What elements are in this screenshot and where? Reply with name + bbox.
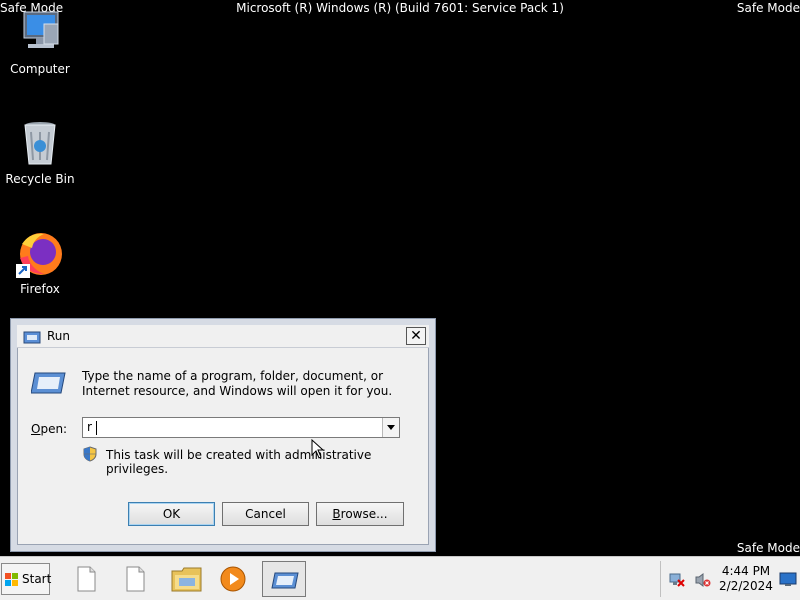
run-dialog-icon — [271, 572, 299, 589]
firefox-icon — [16, 230, 64, 278]
open-label: Open: — [31, 422, 67, 436]
ok-button[interactable]: OK — [128, 502, 215, 526]
chevron-down-icon[interactable] — [382, 418, 399, 437]
admin-note: This task will be created with administr… — [106, 448, 372, 476]
open-combobox[interactable]: r — [82, 417, 400, 438]
taskbar-item-file-explorer[interactable] — [163, 561, 207, 597]
taskbar-item-document-2[interactable] — [113, 561, 157, 597]
uac-shield-icon — [82, 446, 98, 462]
open-input-value[interactable]: r — [87, 420, 92, 434]
media-player-icon — [220, 566, 246, 592]
desktop-icon-computer[interactable]: Computer — [0, 10, 80, 76]
taskbar-item-document-1[interactable] — [64, 561, 108, 597]
browse-button[interactable]: Browse... — [316, 502, 404, 526]
windows-logo-icon — [5, 573, 19, 587]
taskbar: Start 4:44 PM 2/2/2024 — [0, 556, 800, 600]
dialog-description: Type the name of a program, folder, docu… — [82, 369, 393, 398]
run-program-icon — [30, 371, 67, 395]
cancel-button[interactable]: Cancel — [222, 502, 309, 526]
mouse-pointer-icon — [311, 438, 325, 463]
desktop-icon-recycle-bin[interactable]: Recycle Bin — [0, 120, 80, 186]
text-caret — [96, 421, 97, 435]
safe-mode-label-top-right: Safe Mode — [736, 1, 800, 15]
network-disconnected-icon[interactable] — [669, 572, 685, 592]
clock[interactable]: 4:44 PM 2/2/2024 — [716, 564, 776, 594]
clock-date: 2/2/2024 — [719, 579, 773, 593]
show-desktop-icon[interactable] — [779, 572, 797, 592]
desktop-icon-label: Computer — [10, 62, 70, 76]
file-explorer-icon — [171, 567, 202, 592]
start-label: Start — [22, 572, 52, 586]
document-icon — [126, 566, 145, 592]
safe-mode-label-bottom-right: Safe Mode — [736, 541, 800, 555]
browse-label-rest: rowse... — [340, 507, 388, 521]
desktop-icon-label: Firefox — [20, 282, 60, 296]
desktop-icon-label: Recycle Bin — [5, 172, 75, 186]
taskbar-item-run-dialog[interactable] — [262, 561, 306, 597]
start-button[interactable]: Start — [1, 563, 52, 595]
safe-mode-title: Microsoft (R) Windows (R) (Build 7601: S… — [236, 1, 564, 15]
recycle-bin-icon — [16, 120, 64, 168]
run-dialog: Run ✕ Type the name of a program, folder… — [10, 318, 436, 552]
document-icon — [77, 566, 96, 592]
browse-accel: B — [332, 507, 341, 521]
desktop-icon-firefox[interactable]: Firefox — [0, 230, 80, 296]
taskbar-item-media-player[interactable] — [211, 561, 255, 597]
clock-time: 4:44 PM — [721, 564, 771, 578]
computer-icon — [16, 10, 64, 58]
volume-muted-icon[interactable] — [695, 572, 711, 592]
open-label-rest: pen: — [40, 422, 68, 436]
